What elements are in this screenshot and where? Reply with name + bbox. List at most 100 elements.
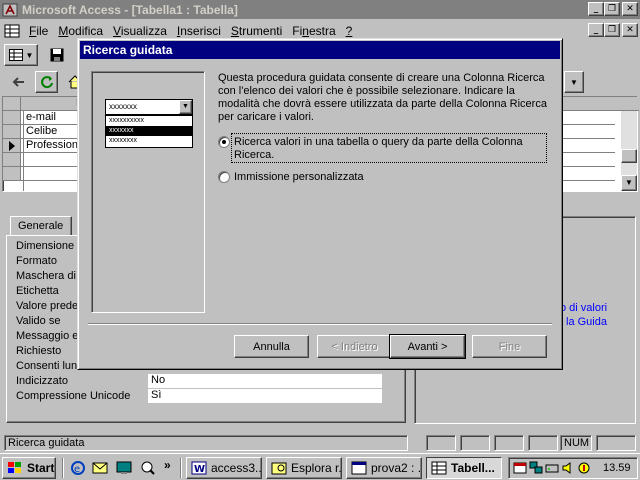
prop-label: Maschera di xyxy=(16,270,76,282)
tab-generale[interactable]: Generale xyxy=(10,216,72,236)
back-button[interactable]: < Indietro xyxy=(317,335,392,358)
menu-finestra[interactable]: Finestra xyxy=(287,24,340,38)
status-pane xyxy=(494,435,524,451)
internet-explorer-icon[interactable]: e xyxy=(70,460,86,476)
prop-label: Indicizzato xyxy=(16,375,68,387)
cancel-button[interactable]: Annulla xyxy=(234,335,309,358)
lookup-wizard-dialog: Ricerca guidata xxxxxxx ▼ xxxxxxxxxx xxx… xyxy=(77,38,563,370)
current-row-arrow-icon xyxy=(9,141,15,151)
explorer-icon xyxy=(271,462,287,475)
status-pane xyxy=(460,435,490,451)
status-bar: Ricerca guidata NUM xyxy=(0,434,640,452)
row-selector[interactable] xyxy=(3,125,21,139)
wizard-description: Questa procedura guidata consente di cre… xyxy=(218,72,547,123)
table-doc-icon[interactable] xyxy=(4,24,20,38)
refresh-button[interactable] xyxy=(35,71,58,93)
start-button[interactable]: Start xyxy=(2,457,56,479)
option-lookup-table-label[interactable]: Ricerca valori in una tabella o query da… xyxy=(234,136,534,162)
scrollbar-thumb[interactable] xyxy=(621,149,637,163)
preview-combo: xxxxxxx ▼ xyxy=(105,99,193,115)
status-pane xyxy=(596,435,636,451)
channels-icon[interactable] xyxy=(140,460,156,476)
word-doc-icon: W xyxy=(191,461,207,475)
back-button[interactable] xyxy=(6,71,29,93)
row-selector[interactable] xyxy=(3,139,21,153)
task-button-table[interactable]: Tabell... xyxy=(426,457,502,479)
prop-label: Valido se xyxy=(16,315,61,327)
prop-label: Dimensione c xyxy=(16,240,83,252)
dropdown-arrow-icon: ▼ xyxy=(570,77,578,87)
table-icon xyxy=(431,461,447,475)
restore-icon[interactable]: ❐ xyxy=(604,2,620,16)
status-text: Ricerca guidata xyxy=(4,435,408,451)
dropdown-arrow-icon: ▼ xyxy=(179,100,192,114)
taskbar-separator xyxy=(62,458,64,478)
task-label: access3... xyxy=(211,461,262,475)
clock[interactable]: 13.59 xyxy=(603,462,631,474)
menu-inserisci[interactable]: Inserisci xyxy=(172,24,226,38)
radio-lookup-table[interactable] xyxy=(218,136,230,148)
prop-label: Formato xyxy=(16,255,57,267)
minimize-icon[interactable]: _ xyxy=(588,2,604,16)
row-selector[interactable] xyxy=(3,167,21,181)
task-label: Esplora r... xyxy=(291,461,342,475)
menu-file[interactable]: File xyxy=(24,24,53,38)
doc-minimize-icon[interactable]: _ xyxy=(588,23,604,37)
save-button[interactable] xyxy=(45,44,68,66)
scheduler-icon[interactable] xyxy=(513,461,527,475)
menu-visualizza[interactable]: Visualizza xyxy=(108,24,172,38)
menu-help[interactable]: ? xyxy=(341,24,358,38)
row-selector[interactable] xyxy=(3,153,21,167)
volume-icon[interactable] xyxy=(561,461,575,475)
network-icon[interactable] xyxy=(529,461,543,475)
prop-label: Consenti lun xyxy=(16,360,78,372)
window-title: Microsoft Access - [Tabella1 : Tabella] xyxy=(22,2,238,17)
next-button[interactable]: Avanti > xyxy=(389,334,466,359)
close-icon[interactable]: ✕ xyxy=(622,2,638,16)
indicizzato-value[interactable]: No xyxy=(148,374,382,388)
task-button-word[interactable]: W access3... xyxy=(186,457,262,479)
arrow-left-icon xyxy=(12,77,24,87)
status-pane xyxy=(528,435,558,451)
database-window-icon xyxy=(351,461,367,475)
access-app-icon[interactable] xyxy=(2,2,18,18)
outlook-express-icon[interactable] xyxy=(92,460,108,476)
compressione-value[interactable]: Sì xyxy=(148,389,382,403)
table-view-icon xyxy=(8,49,23,61)
combo-dropdown-button[interactable]: ▼ xyxy=(564,71,584,93)
title-bar: Microsoft Access - [Tabella1 : Tabella] … xyxy=(0,0,640,19)
menu-strumenti[interactable]: Strumenti xyxy=(226,24,287,38)
finish-button[interactable]: Fine xyxy=(472,335,547,358)
quick-launch-more[interactable]: » xyxy=(164,458,171,472)
modem-icon[interactable] xyxy=(545,461,559,475)
help-text-line: o di valori xyxy=(560,302,608,314)
doc-restore-icon[interactable]: ❐ xyxy=(604,23,620,37)
desktop-icon[interactable] xyxy=(116,460,132,476)
prop-label: Messaggio e xyxy=(16,330,79,342)
vertical-scrollbar[interactable]: ▼ xyxy=(621,111,637,191)
prop-label: Richiesto xyxy=(16,345,62,357)
preview-list-item: xxxxxxxxxx xyxy=(109,117,144,124)
task-button-explorer[interactable]: Esplora r... xyxy=(266,457,342,479)
column-divider xyxy=(23,111,24,191)
option-custom-entry-label[interactable]: Immissione personalizzata xyxy=(234,171,534,184)
taskbar: Start e » W access3... Esplora r... prov… xyxy=(0,453,640,480)
wizard-preview-pane: xxxxxxx ▼ xxxxxxxxxx xxxxxxx xxxxxxxx xyxy=(91,71,205,313)
antivirus-icon[interactable] xyxy=(577,461,591,475)
grid-corner xyxy=(3,97,21,111)
scroll-down-icon[interactable]: ▼ xyxy=(621,175,637,191)
prop-label: Valore prede xyxy=(16,300,79,312)
task-button-database[interactable]: prova2 : ... xyxy=(346,457,422,479)
svg-text:W: W xyxy=(194,464,205,475)
help-text-line: la Guida xyxy=(566,316,607,328)
task-label: prova2 : ... xyxy=(371,461,422,475)
svg-text:e: e xyxy=(74,464,80,475)
radio-custom-entry[interactable] xyxy=(218,171,230,183)
row-selector[interactable] xyxy=(3,111,21,125)
windows-logo-icon xyxy=(8,462,21,473)
doc-close-icon[interactable]: ✕ xyxy=(622,23,638,37)
dialog-separator xyxy=(88,323,552,325)
menu-modifica[interactable]: Modifica xyxy=(53,24,108,38)
status-pane xyxy=(426,435,456,451)
view-button[interactable]: ▼ xyxy=(4,44,38,66)
